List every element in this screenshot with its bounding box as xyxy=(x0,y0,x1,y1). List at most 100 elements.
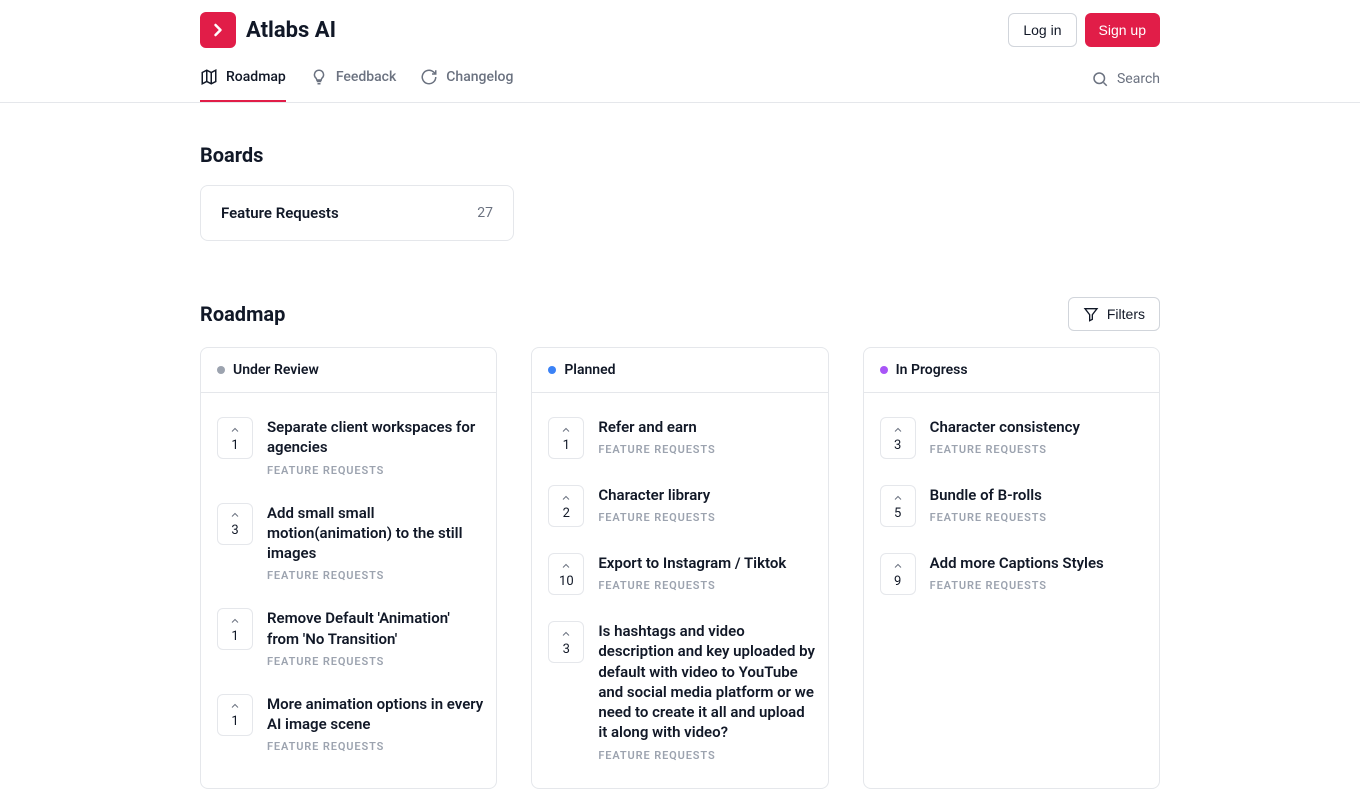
card-title: Separate client workspaces for agencies xyxy=(267,417,484,458)
card-body: More animation options in every AI image… xyxy=(267,694,484,754)
card-tag: FEATURE REQUESTS xyxy=(598,749,815,762)
chevron-up-icon xyxy=(229,700,241,712)
card-title: Remove Default 'Animation' from 'No Tran… xyxy=(267,608,484,649)
card-tag: FEATURE REQUESTS xyxy=(267,464,484,477)
chevron-up-icon xyxy=(560,560,572,572)
card-body: Character library FEATURE REQUESTS xyxy=(598,485,715,527)
navbar: Roadmap Feedback Changelog Search xyxy=(0,56,1360,103)
vote-count: 1 xyxy=(563,438,570,453)
roadmap-card[interactable]: 1 Remove Default 'Animation' from 'No Tra… xyxy=(217,596,488,682)
card-body: Add more Captions StylesFEATURE REQUESTS xyxy=(930,553,1104,595)
upvote-button[interactable]: 1 xyxy=(217,417,253,459)
status-dot xyxy=(217,366,225,374)
roadmap-card[interactable]: 5 Bundle of B-rolls FEATURE REQUESTS xyxy=(880,473,1151,541)
chevron-up-icon xyxy=(892,560,904,572)
nav-item-feedback[interactable]: Feedback xyxy=(310,56,396,102)
column-title: Planned xyxy=(564,362,615,378)
column-header: Under Review xyxy=(201,348,496,393)
card-body: Separate client workspaces for agencies F… xyxy=(267,417,484,477)
nav-label: Feedback xyxy=(336,69,396,85)
card-tag: FEATURE REQUESTS xyxy=(598,511,715,524)
column-header: In Progress xyxy=(864,348,1159,393)
chevron-up-icon xyxy=(560,424,572,436)
status-dot xyxy=(880,366,888,374)
status-dot xyxy=(548,366,556,374)
vote-count: 1 xyxy=(231,714,238,729)
search-label: Search xyxy=(1117,71,1160,87)
upvote-button[interactable]: 1 xyxy=(217,694,253,736)
card-body: Export to Instagram / TiktokFEATURE REQU… xyxy=(598,553,786,595)
card-title: Export to Instagram / Tiktok xyxy=(598,553,786,573)
column-body[interactable]: 3 Character consistencyFEATURE REQUESTS 5B… xyxy=(864,393,1159,788)
card-tag: FEATURE REQUESTS xyxy=(267,740,484,753)
nav-item-roadmap[interactable]: Roadmap xyxy=(200,56,286,102)
chevron-right-icon xyxy=(208,20,228,40)
vote-count: 2 xyxy=(563,506,570,521)
card-tag: FEATURE REQUESTS xyxy=(267,655,484,668)
board-count: 27 xyxy=(477,205,493,221)
roadmap-column: Planned 1 Refer and earn FEATURE REQUESTS 2 C… xyxy=(531,347,828,789)
upvote-button[interactable]: 3 xyxy=(548,621,584,663)
upvote-button[interactable]: 1 xyxy=(548,417,584,459)
card-title: More animation options in every AI image… xyxy=(267,694,484,735)
roadmap-card[interactable]: 9 Add more Captions StylesFEATURE REQUEST… xyxy=(880,541,1151,609)
upvote-button[interactable]: 10 xyxy=(548,553,584,595)
column-body[interactable]: 1 Refer and earn FEATURE REQUESTS 2 Characte… xyxy=(532,393,827,788)
upvote-button[interactable]: 5 xyxy=(880,485,916,527)
search-link[interactable]: Search xyxy=(1091,70,1160,88)
upvote-button[interactable]: 2 xyxy=(548,485,584,527)
upvote-button[interactable]: 1 xyxy=(217,608,253,650)
chevron-up-icon xyxy=(560,628,572,640)
filters-button[interactable]: Filters xyxy=(1068,297,1160,331)
card-tag: FEATURE REQUESTS xyxy=(930,511,1047,524)
log-in-button[interactable]: Log in xyxy=(1008,13,1076,47)
roadmap-heading: Roadmap xyxy=(200,302,285,326)
board-card-feature-requests[interactable]: Feature Requests 27 xyxy=(200,185,514,241)
roadmap-card[interactable]: 3 Add small small motion(animation) to th… xyxy=(217,491,488,597)
lightbulb-icon xyxy=(310,68,328,86)
upvote-button[interactable]: 3 xyxy=(217,503,253,545)
vote-count: 9 xyxy=(894,574,901,589)
chevron-up-icon xyxy=(229,509,241,521)
roadmap-card[interactable]: 1 More animation options in every AI imag… xyxy=(217,682,488,768)
vote-count: 10 xyxy=(559,574,574,589)
column-title: Under Review xyxy=(233,362,319,378)
chevron-up-icon xyxy=(229,424,241,436)
roadmap-card[interactable]: 1 Refer and earn FEATURE REQUESTS xyxy=(548,405,819,473)
card-body: Bundle of B-rolls FEATURE REQUESTS xyxy=(930,485,1047,527)
column-body[interactable]: 1 Separate client workspaces for agencies… xyxy=(201,393,496,788)
card-body: Add small small motion(animation) to the… xyxy=(267,503,484,583)
roadmap-column: Under Review 1 Separate client workspaces … xyxy=(200,347,497,789)
card-tag: FEATURE REQUESTS xyxy=(930,579,1104,592)
roadmap-card[interactable]: 10 Export to Instagram / TiktokFEATURE RE… xyxy=(548,541,819,609)
upvote-button[interactable]: 9 xyxy=(880,553,916,595)
card-body: Refer and earn FEATURE REQUESTS xyxy=(598,417,715,459)
brand[interactable]: Atlabs AI xyxy=(200,12,336,48)
roadmap-card[interactable]: 3 Is hashtags and video description and k… xyxy=(548,609,819,776)
refresh-icon xyxy=(420,68,438,86)
column-title: In Progress xyxy=(896,362,968,378)
card-title: Character library xyxy=(598,485,715,505)
roadmap-card[interactable]: 2 Character library FEATURE REQUESTS xyxy=(548,473,819,541)
nav-label: Changelog xyxy=(446,69,513,85)
card-tag: FEATURE REQUESTS xyxy=(598,443,715,456)
brand-name: Atlabs AI xyxy=(246,18,336,43)
upvote-button[interactable]: 3 xyxy=(880,417,916,459)
roadmap-column: In Progress 3 Character consistencyFEATURE… xyxy=(863,347,1160,789)
card-title: Refer and earn xyxy=(598,417,715,437)
auth-buttons: Log in Sign up xyxy=(1008,13,1160,47)
card-title: Is hashtags and video description and ke… xyxy=(598,621,815,743)
card-body: Character consistencyFEATURE REQUESTS xyxy=(930,417,1080,459)
nav-label: Roadmap xyxy=(226,69,286,85)
board-name: Feature Requests xyxy=(221,204,339,222)
filters-label: Filters xyxy=(1107,306,1145,322)
search-icon xyxy=(1091,70,1109,88)
vote-count: 3 xyxy=(231,523,238,538)
roadmap-card[interactable]: 3 Character consistencyFEATURE REQUESTS xyxy=(880,405,1151,473)
nav-item-changelog[interactable]: Changelog xyxy=(420,56,513,102)
chevron-up-icon xyxy=(229,615,241,627)
card-title: Bundle of B-rolls xyxy=(930,485,1047,505)
sign-up-button[interactable]: Sign up xyxy=(1085,13,1160,47)
roadmap-card[interactable]: 1 Separate client workspaces for agencies… xyxy=(217,405,488,491)
chevron-up-icon xyxy=(892,492,904,504)
